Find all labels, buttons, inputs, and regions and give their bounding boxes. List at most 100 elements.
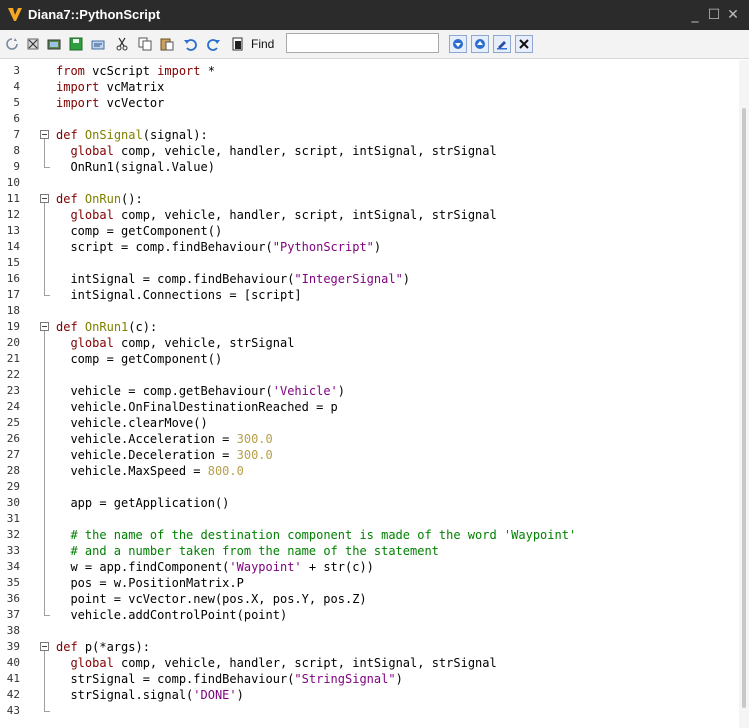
code-line[interactable]: vehicle.Deceleration = 300.0 [56, 447, 272, 463]
fold-toggle-icon[interactable] [40, 642, 49, 651]
paste-icon[interactable] [158, 35, 176, 53]
code-line[interactable]: def OnRun1(c): [56, 319, 157, 335]
code-line[interactable]: vehicle = comp.getBehaviour('Vehicle') [56, 383, 345, 399]
code-line[interactable]: import vcVector [56, 95, 164, 111]
code-token: def [56, 640, 78, 654]
code-token: pos = w.PositionMatrix.P [56, 576, 244, 590]
window-title: Diana7::PythonScript [28, 7, 161, 22]
code-line[interactable]: import vcMatrix [56, 79, 164, 95]
code-line[interactable]: script = comp.findBehaviour("PythonScrip… [56, 239, 381, 255]
code-line[interactable]: pos = w.PositionMatrix.P [56, 575, 244, 591]
code-token: comp = getComponent() [56, 224, 223, 238]
line-number: 22 [6, 368, 20, 381]
code-line[interactable]: vehicle.clearMove() [56, 415, 208, 431]
code-token: vcScript [84, 64, 158, 78]
code-token: global [70, 656, 114, 670]
line-number: 27 [6, 448, 20, 461]
code-line[interactable]: def p(*args): [56, 639, 150, 655]
fold-toggle-icon[interactable] [40, 130, 49, 139]
code-line[interactable]: intSignal = comp.findBehaviour("IntegerS… [56, 271, 410, 287]
code-token: vehicle = comp.getBehaviour( [56, 384, 273, 398]
code-token: comp, vehicle, strSignal [113, 336, 295, 350]
refresh-icon[interactable] [3, 35, 21, 53]
code-token: def [56, 128, 78, 142]
line-number: 18 [6, 304, 20, 317]
code-line[interactable]: w = app.findComponent('Waypoint' + str(c… [56, 559, 374, 575]
close-button[interactable]: ✕ [724, 6, 742, 24]
code-line[interactable]: vehicle.Acceleration = 300.0 [56, 431, 272, 447]
code-line[interactable]: vehicle.MaxSpeed = 800.0 [56, 463, 243, 479]
redo-icon[interactable] [205, 35, 223, 53]
find-down-icon[interactable] [449, 35, 467, 53]
code-line[interactable]: global comp, vehicle, handler, script, i… [56, 207, 496, 223]
cut-script-icon[interactable] [24, 35, 42, 53]
line-number: 5 [13, 96, 20, 109]
fold-toggle-icon[interactable] [40, 322, 49, 331]
code-token: intSignal = comp.findBehaviour( [56, 272, 295, 286]
line-number: 41 [6, 672, 20, 685]
cut-icon[interactable] [113, 35, 131, 53]
code-line[interactable]: intSignal.Connections = [script] [56, 287, 301, 303]
line-number: 35 [6, 576, 20, 589]
code-editor[interactable]: 3 4 5 6 7 8 9 10 11 12 13 14 15 16 17 18 19 20 21 22 23 24 25 2… [0, 60, 749, 728]
code-token: strSignal = comp.findBehaviour( [56, 672, 295, 686]
fold-toggle-icon[interactable] [40, 194, 49, 203]
code-line[interactable]: # the name of the destination component … [56, 527, 576, 543]
image-icon[interactable] [45, 35, 63, 53]
code-line[interactable]: strSignal.signal('DONE') [56, 687, 244, 703]
highlight-icon[interactable] [493, 35, 511, 53]
code-token: + str(c)) [301, 560, 374, 574]
code-token: vehicle.OnFinalDestinationReached = p [56, 400, 338, 414]
code-line[interactable]: global comp, vehicle, handler, script, i… [56, 655, 496, 671]
code-token: script = comp.findBehaviour( [56, 240, 273, 254]
code-line[interactable]: app = getApplication() [56, 495, 229, 511]
find-up-icon[interactable] [471, 35, 489, 53]
line-number: 23 [6, 384, 20, 397]
code-line[interactable]: # and a number taken from the name of th… [56, 543, 438, 559]
line-number: 12 [6, 208, 20, 221]
code-line[interactable]: def OnRun(): [56, 191, 143, 207]
code-token: vcVector [99, 96, 165, 110]
code-token: vehicle.clearMove() [56, 416, 208, 430]
code-token: import [157, 64, 201, 78]
find-input[interactable] [286, 33, 439, 53]
line-number: 34 [6, 560, 20, 573]
page-icon[interactable] [229, 35, 247, 53]
code-line[interactable]: from vcScript import * [56, 63, 215, 79]
code-token: (c): [128, 320, 158, 334]
code-token: OnSignal [84, 128, 143, 142]
code-token: import [56, 96, 100, 110]
code-token: vcMatrix [99, 80, 165, 94]
code-line[interactable]: vehicle.addControlPoint(point) [56, 607, 287, 623]
copy-icon[interactable] [136, 35, 154, 53]
app-logo-icon [6, 5, 24, 23]
line-number: 9 [13, 160, 20, 173]
code-line[interactable]: vehicle.OnFinalDestinationReached = p [56, 399, 338, 415]
undo-icon[interactable] [181, 35, 199, 53]
code-token: global [70, 208, 114, 222]
clear-icon[interactable] [515, 35, 533, 53]
code-line[interactable]: OnRun1(signal.Value) [56, 159, 215, 175]
compile-icon[interactable] [89, 35, 107, 53]
code-token: 'Vehicle' [272, 384, 338, 398]
code-line[interactable]: strSignal = comp.findBehaviour("StringSi… [56, 671, 402, 687]
code-line[interactable]: point = vcVector.new(pos.X, pos.Y, pos.Z… [56, 591, 366, 607]
line-number: 36 [6, 592, 20, 605]
code-line[interactable]: def OnSignal(signal): [56, 127, 208, 143]
minimize-button[interactable]: _ [686, 6, 704, 24]
code-token: ) [236, 688, 244, 702]
line-number: 3 [13, 64, 20, 77]
line-number: 16 [6, 272, 20, 285]
code-line[interactable]: global comp, vehicle, strSignal [56, 335, 294, 351]
code-line[interactable]: comp = getComponent() [56, 223, 222, 239]
code-line[interactable]: global comp, vehicle, handler, script, i… [56, 143, 496, 159]
fold-guide-end [44, 711, 50, 712]
save-icon[interactable] [67, 35, 85, 53]
code-line[interactable]: comp = getComponent() [56, 351, 222, 367]
line-number: 8 [13, 144, 20, 157]
maximize-button[interactable]: ☐ [705, 6, 723, 24]
scrollbar-thumb[interactable] [742, 108, 746, 708]
